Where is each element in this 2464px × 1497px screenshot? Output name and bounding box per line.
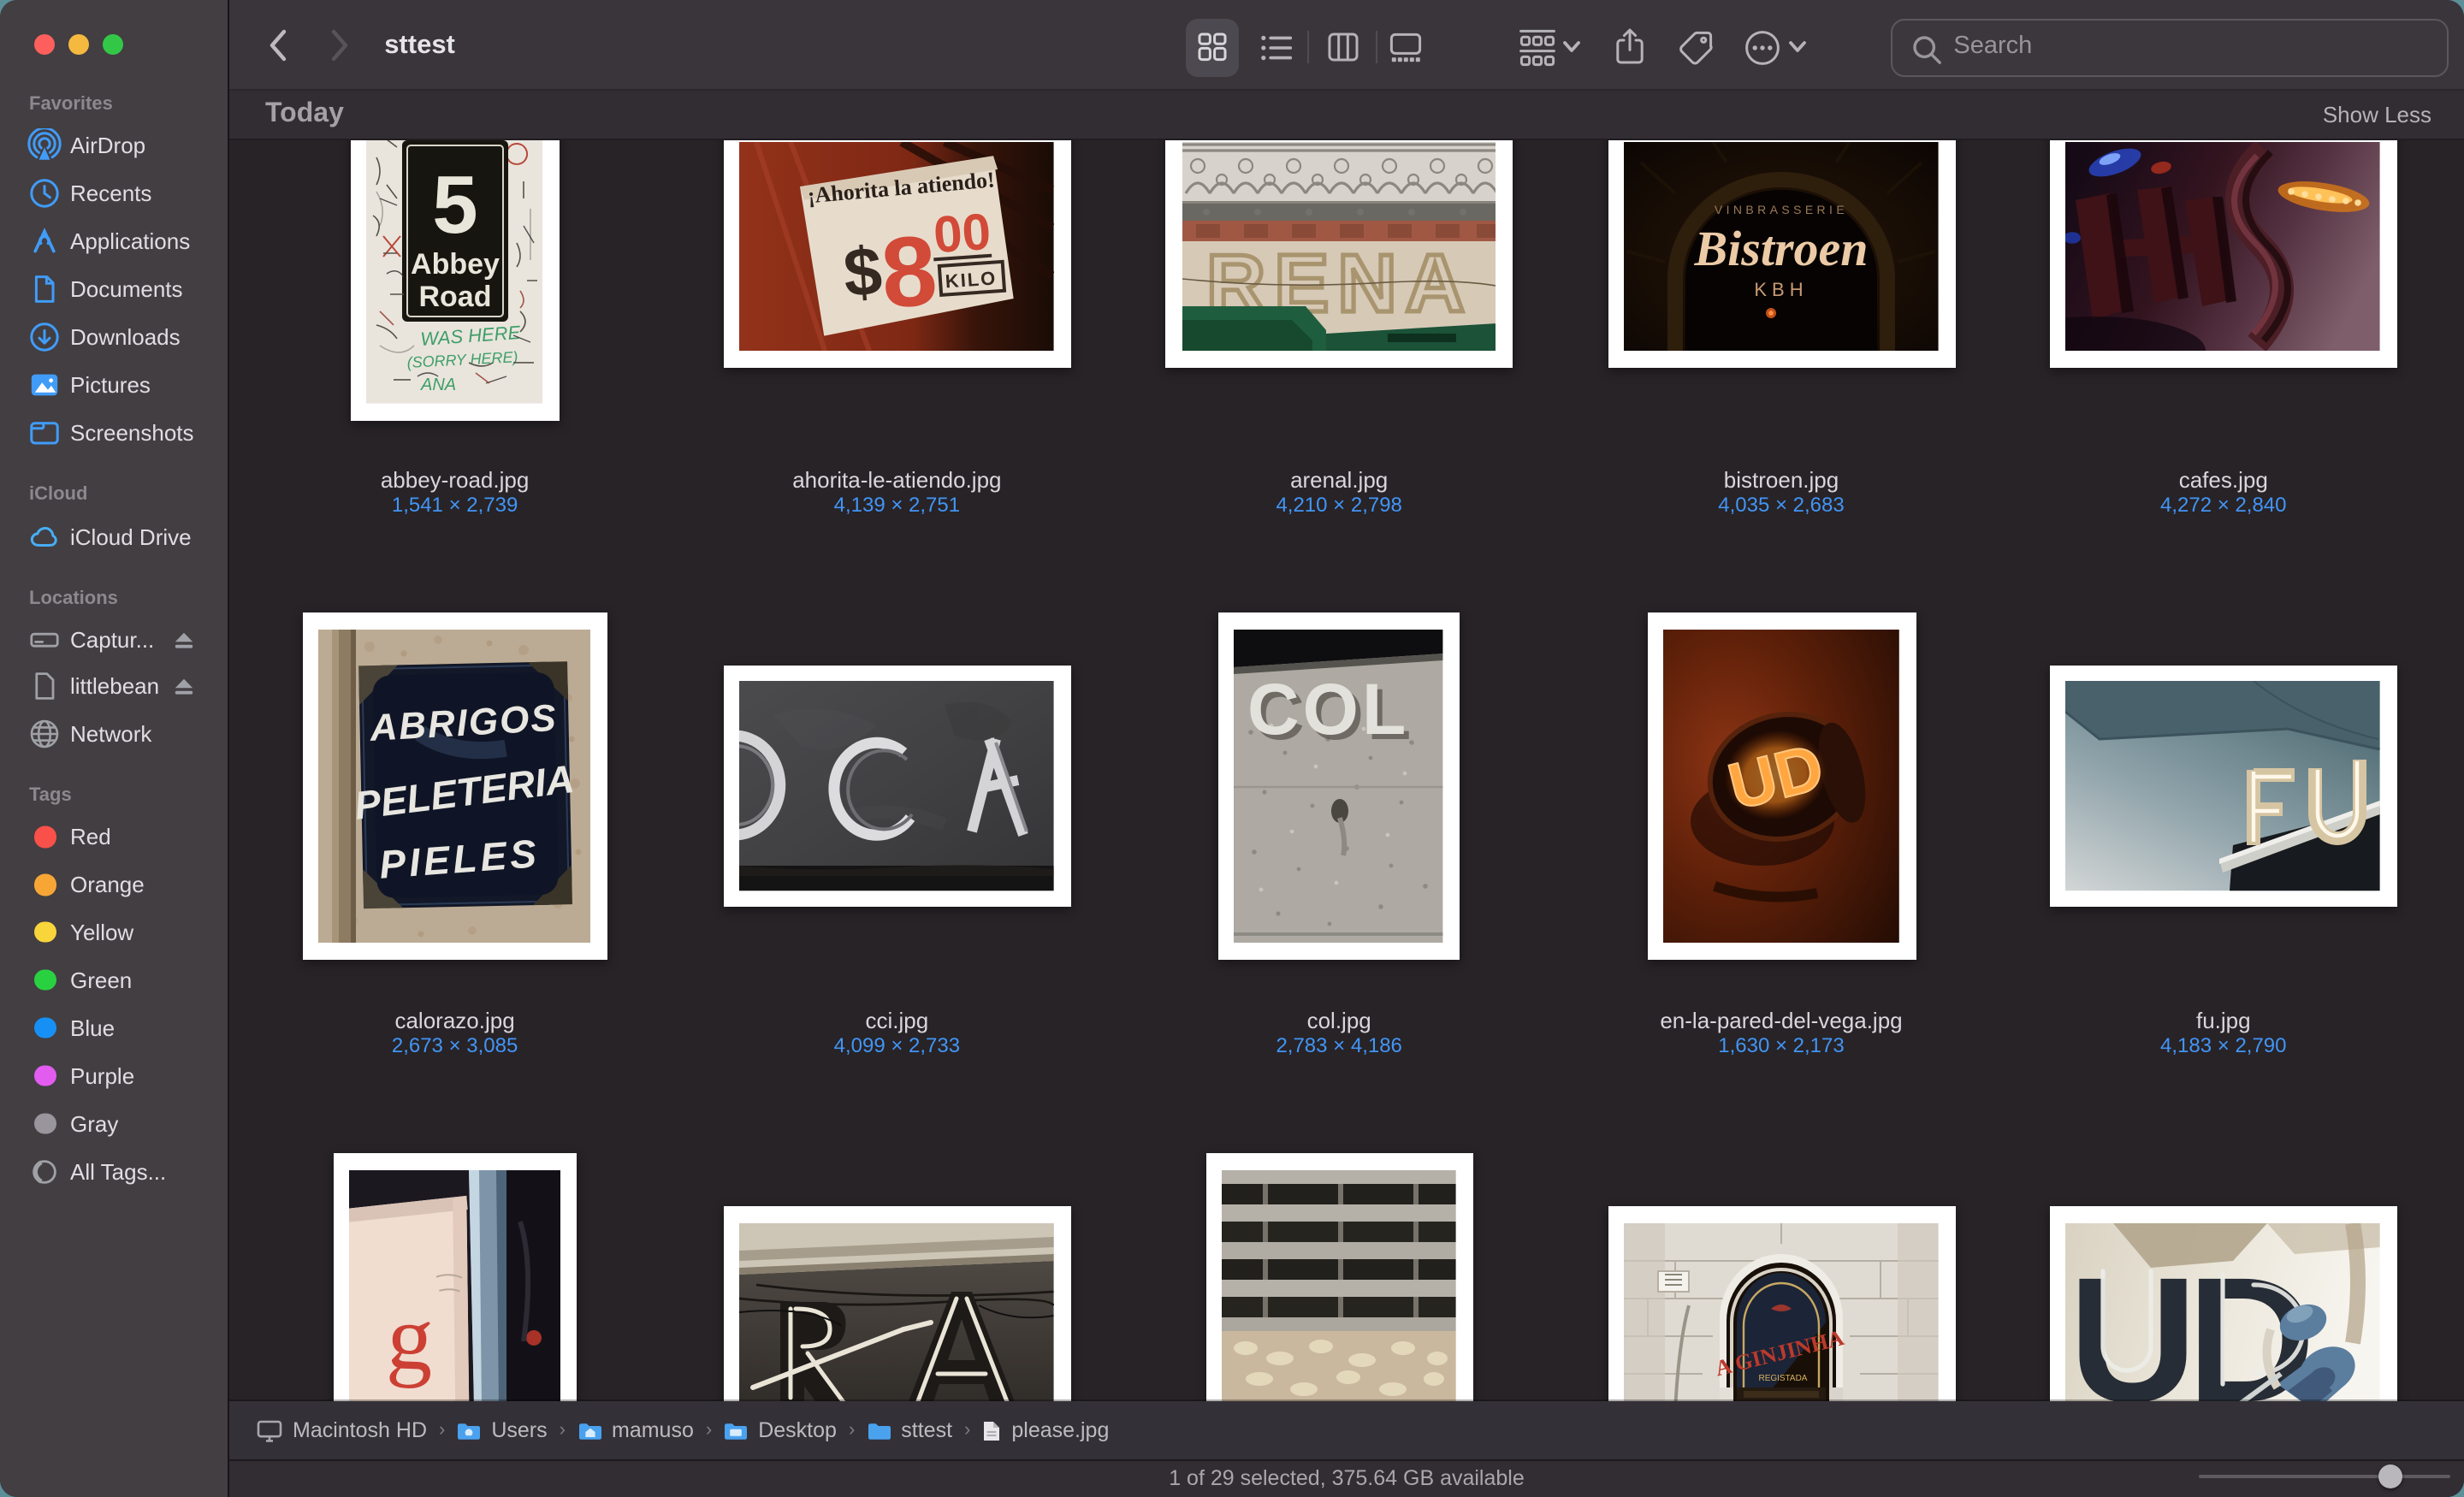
svg-text:8: 8	[878, 214, 940, 328]
svg-text:5: 5	[432, 159, 477, 251]
svg-text:REGISTADA: REGISTADA	[1759, 1373, 1808, 1382]
svg-text:Road: Road	[419, 281, 492, 313]
svg-text:Abbey: Abbey	[411, 248, 500, 281]
svg-text:KILO: KILO	[945, 267, 998, 292]
svg-text:COL: COL	[1248, 668, 1410, 748]
svg-text:KBH: KBH	[1755, 279, 1809, 300]
svg-text:g: g	[386, 1287, 435, 1390]
svg-text:VINBRASSERIE: VINBRASSERIE	[1715, 203, 1848, 216]
svg-text:$: $	[842, 233, 886, 311]
svg-text:ANA: ANA	[420, 376, 456, 394]
svg-text:Bistroen: Bistroen	[1694, 221, 1869, 276]
